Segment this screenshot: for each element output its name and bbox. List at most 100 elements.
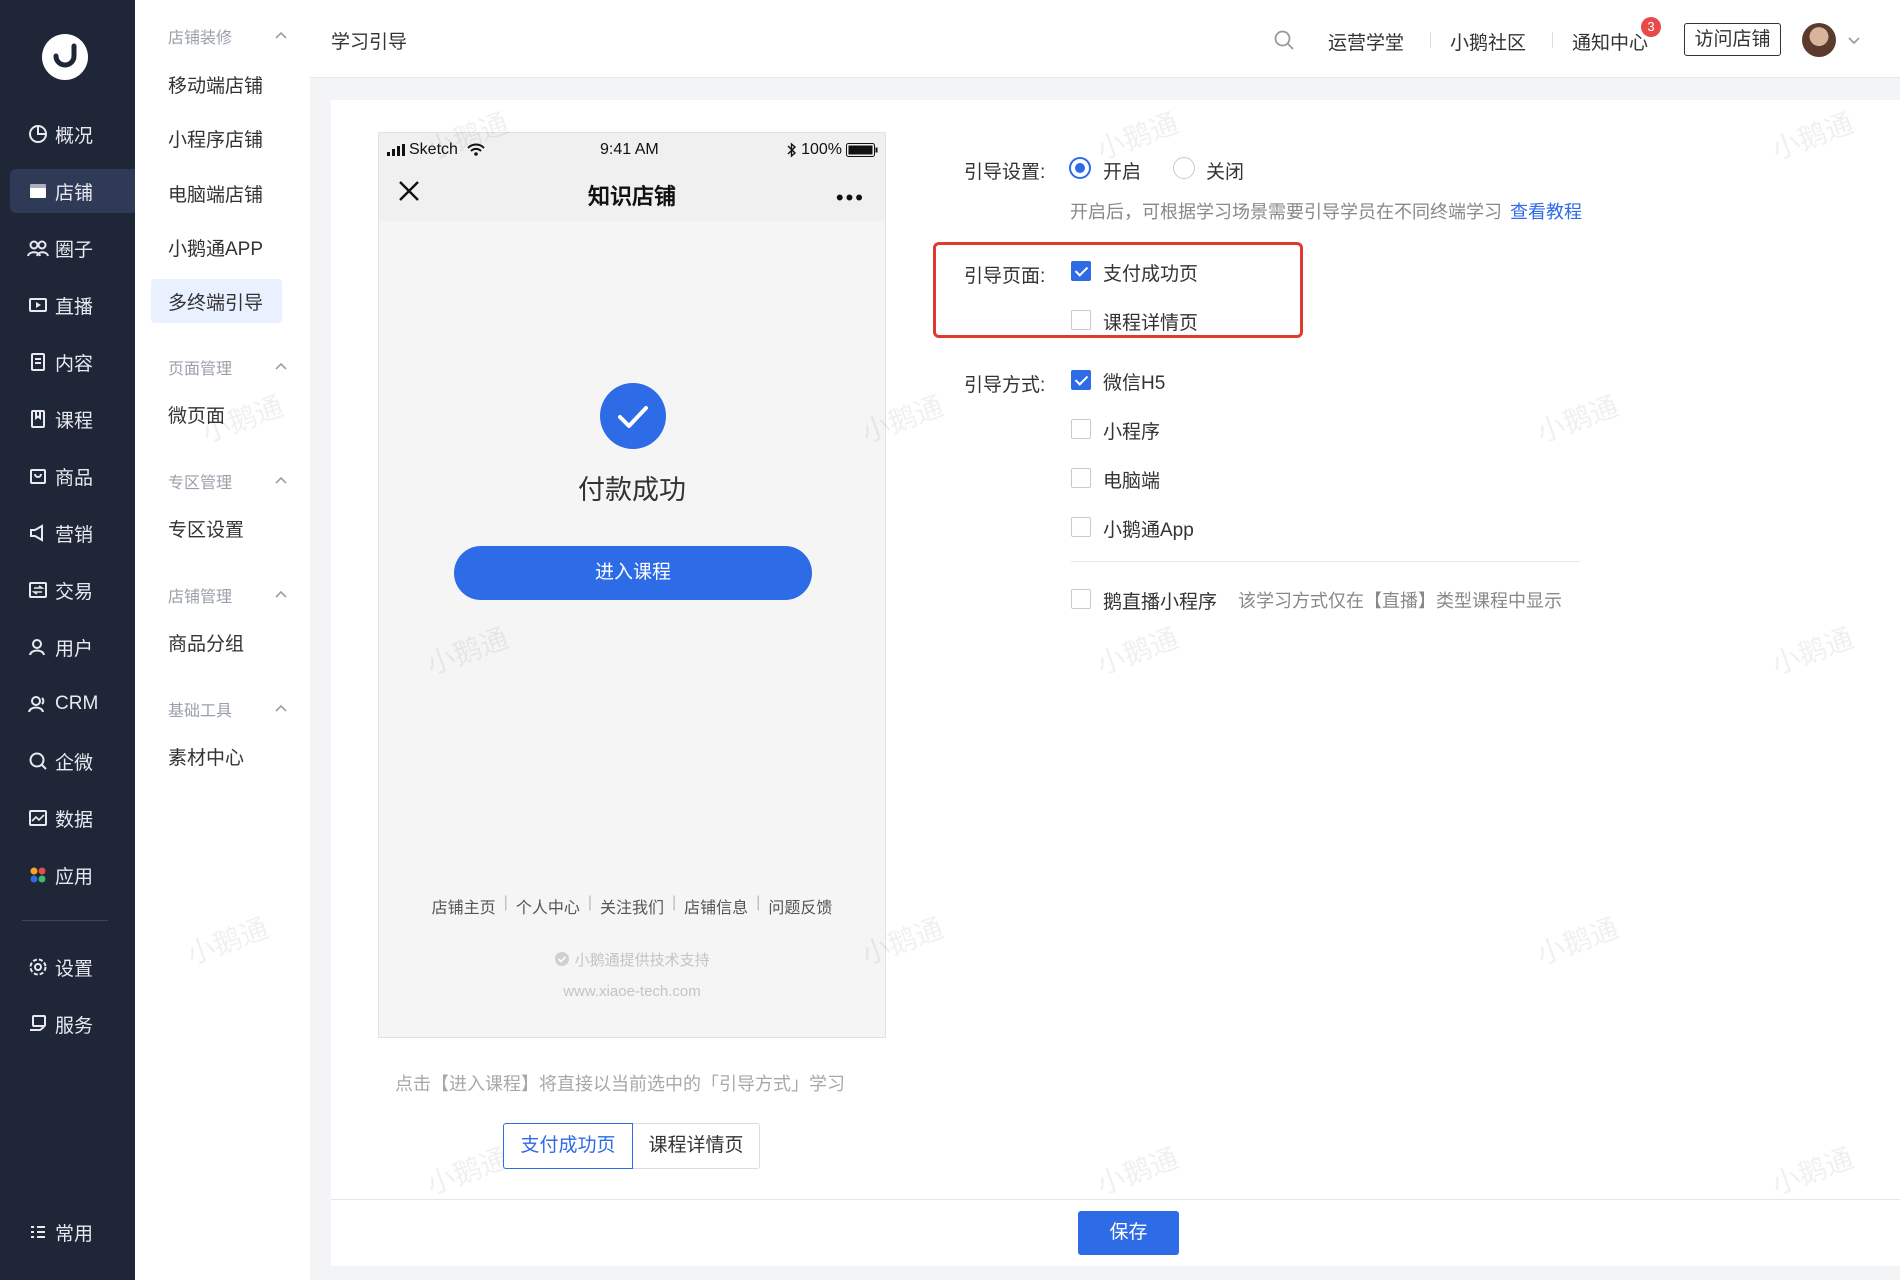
header-link-community[interactable]: 小鹅社区: [1450, 28, 1526, 55]
data-icon: [27, 807, 49, 829]
submenu-item-app[interactable]: 小鹅通APP: [151, 225, 282, 269]
radio-enable-label[interactable]: 开启: [1103, 157, 1141, 184]
preview-tab-course-detail[interactable]: 课程详情页: [632, 1123, 760, 1169]
footer-link[interactable]: 问题反馈: [768, 894, 832, 918]
tech-support-label: 小鹅通提供技术支持: [574, 952, 710, 969]
submenu-group-title: 基础工具: [168, 703, 233, 720]
submenu-item-label: 小鹅通APP: [168, 238, 264, 260]
phone-preview: Sketch 9:41 AM 100% 知识店铺 ••• 付款成功 进入课程 店…: [378, 132, 886, 1038]
save-button[interactable]: 保存: [1078, 1211, 1179, 1255]
bluetooth-icon: [787, 142, 797, 158]
nav-item-marketing[interactable]: 营销: [10, 511, 153, 555]
submenu-item-mobile-store[interactable]: 移动端店铺: [151, 62, 282, 106]
nav-item-label: 数据: [55, 809, 94, 831]
radio-disable-label[interactable]: 关闭: [1206, 157, 1244, 184]
nav-item-user[interactable]: 用户: [10, 625, 153, 669]
nav-item-goods[interactable]: 商品: [10, 454, 153, 498]
checkbox-live-miniprogram[interactable]: [1071, 589, 1091, 609]
apps-icon: [27, 864, 49, 886]
wifi-icon: [467, 143, 485, 156]
nav-item-live[interactable]: 直播: [10, 283, 153, 327]
search-icon[interactable]: [1273, 29, 1295, 51]
submenu-item-label: 电脑端店铺: [168, 184, 264, 206]
header-separator: [1552, 32, 1553, 48]
submenu-group-title: 页面管理: [168, 361, 233, 378]
submenu-group-header[interactable]: 基础工具: [168, 697, 288, 721]
submenu-item-zone-settings[interactable]: 专区设置: [151, 506, 282, 550]
submenu-group-header[interactable]: 店铺管理: [168, 583, 288, 607]
signal-icon: [387, 144, 405, 156]
nav-item-overview[interactable]: 概况: [10, 112, 153, 156]
checkbox-pc[interactable]: [1071, 468, 1091, 488]
nav-item-data[interactable]: 数据: [10, 796, 153, 840]
checkbox-app[interactable]: [1071, 517, 1091, 537]
submenu-item-multi-terminal-guide[interactable]: 多终端引导: [151, 279, 282, 323]
chevron-down-icon[interactable]: [1847, 34, 1861, 48]
checkmark-circle-icon: [600, 383, 666, 449]
nav-item-store[interactable]: 店铺: [10, 169, 152, 213]
visit-store-button[interactable]: 访问店铺: [1684, 23, 1781, 56]
nav-item-course[interactable]: 课程: [10, 397, 153, 441]
checkbox-pc-label[interactable]: 电脑端: [1103, 466, 1160, 493]
nav-item-settings[interactable]: 设置: [10, 945, 153, 989]
nav-item-wecom[interactable]: 企微: [10, 739, 153, 783]
checkbox-payment-success-label[interactable]: 支付成功页: [1103, 259, 1198, 286]
app-logo[interactable]: [42, 34, 88, 80]
nav-item-service[interactable]: 服务: [10, 1002, 153, 1046]
preview-tab-payment-success[interactable]: 支付成功页: [503, 1123, 633, 1169]
submenu-item-label: 移动端店铺: [168, 75, 264, 97]
radio-enable[interactable]: [1069, 157, 1091, 179]
avatar[interactable]: [1802, 23, 1836, 57]
header-link-operations-school[interactable]: 运营学堂: [1328, 28, 1404, 55]
radio-disable[interactable]: [1173, 157, 1195, 179]
status-battery: 100%: [787, 141, 878, 159]
checkbox-miniprogram[interactable]: [1071, 419, 1091, 439]
footer-link[interactable]: 关注我们: [600, 894, 664, 918]
nav-item-apps[interactable]: 应用: [10, 853, 153, 897]
submenu-item-material-center[interactable]: 素材中心: [151, 734, 282, 778]
checkbox-course-detail-page[interactable]: [1071, 310, 1091, 330]
crm-icon: [27, 693, 49, 715]
bottom-divider: [331, 1199, 1900, 1200]
nav-item-label: 常用: [55, 1223, 94, 1245]
submenu-item-goods-group[interactable]: 商品分组: [151, 620, 282, 664]
enter-course-button[interactable]: 进入课程: [454, 546, 812, 600]
nav-item-label: 直播: [55, 296, 94, 318]
tech-support-text: 小鹅通提供技术支持: [379, 949, 885, 970]
nav-item-transaction[interactable]: 交易: [10, 568, 153, 612]
page-title: 学习引导: [331, 32, 408, 53]
submenu-item-micro-page[interactable]: 微页面: [151, 392, 282, 436]
live-miniprogram-note: 该学习方式仅在【直播】类型课程中显示: [1238, 591, 1562, 611]
footer-link[interactable]: 店铺信息: [684, 894, 748, 918]
nav-item-label: 设置: [55, 958, 94, 980]
carrier-text: Sketch: [409, 141, 458, 158]
live-icon: [27, 294, 49, 316]
guide-method-label: 引导方式:: [964, 375, 1046, 396]
nav-item-frequent[interactable]: 常用: [10, 1210, 153, 1254]
checkbox-wechat-h5[interactable]: [1071, 370, 1091, 390]
checkbox-wechat-h5-label[interactable]: 微信H5: [1103, 368, 1165, 395]
nav-item-circle[interactable]: 圈子: [10, 226, 153, 270]
nav-item-crm[interactable]: CRM: [10, 682, 153, 726]
footer-link[interactable]: 个人中心: [516, 894, 580, 918]
more-icon[interactable]: •••: [836, 185, 865, 211]
nav-item-label: 营销: [55, 524, 94, 546]
checkbox-app-label[interactable]: 小鹅通App: [1103, 515, 1194, 542]
submenu-item-label: 专区设置: [168, 519, 245, 541]
submenu-group-header[interactable]: 专区管理: [168, 469, 288, 493]
nav-item-label: 应用: [55, 866, 94, 888]
checkbox-course-detail-label[interactable]: 课程详情页: [1103, 308, 1198, 335]
checkbox-miniprogram-label[interactable]: 小程序: [1103, 417, 1160, 444]
submenu-item-pc-store[interactable]: 电脑端店铺: [151, 171, 282, 215]
nav-item-content[interactable]: 内容: [10, 340, 153, 384]
user-icon: [27, 636, 49, 658]
submenu-group-header[interactable]: 页面管理: [168, 355, 288, 379]
checkbox-payment-success-page[interactable]: [1071, 261, 1091, 281]
submenu-group-header[interactable]: 店铺装修: [168, 24, 288, 48]
view-tutorial-link[interactable]: 查看教程: [1510, 202, 1582, 222]
header-link-notification-center[interactable]: 通知中心: [1572, 28, 1648, 55]
checkbox-live-miniprogram-label[interactable]: 鹅直播小程序: [1103, 587, 1217, 614]
footer-link[interactable]: 店铺主页: [432, 894, 496, 918]
submenu-item-miniprogram-store[interactable]: 小程序店铺: [151, 116, 282, 160]
nav-item-label: 企微: [55, 752, 94, 774]
